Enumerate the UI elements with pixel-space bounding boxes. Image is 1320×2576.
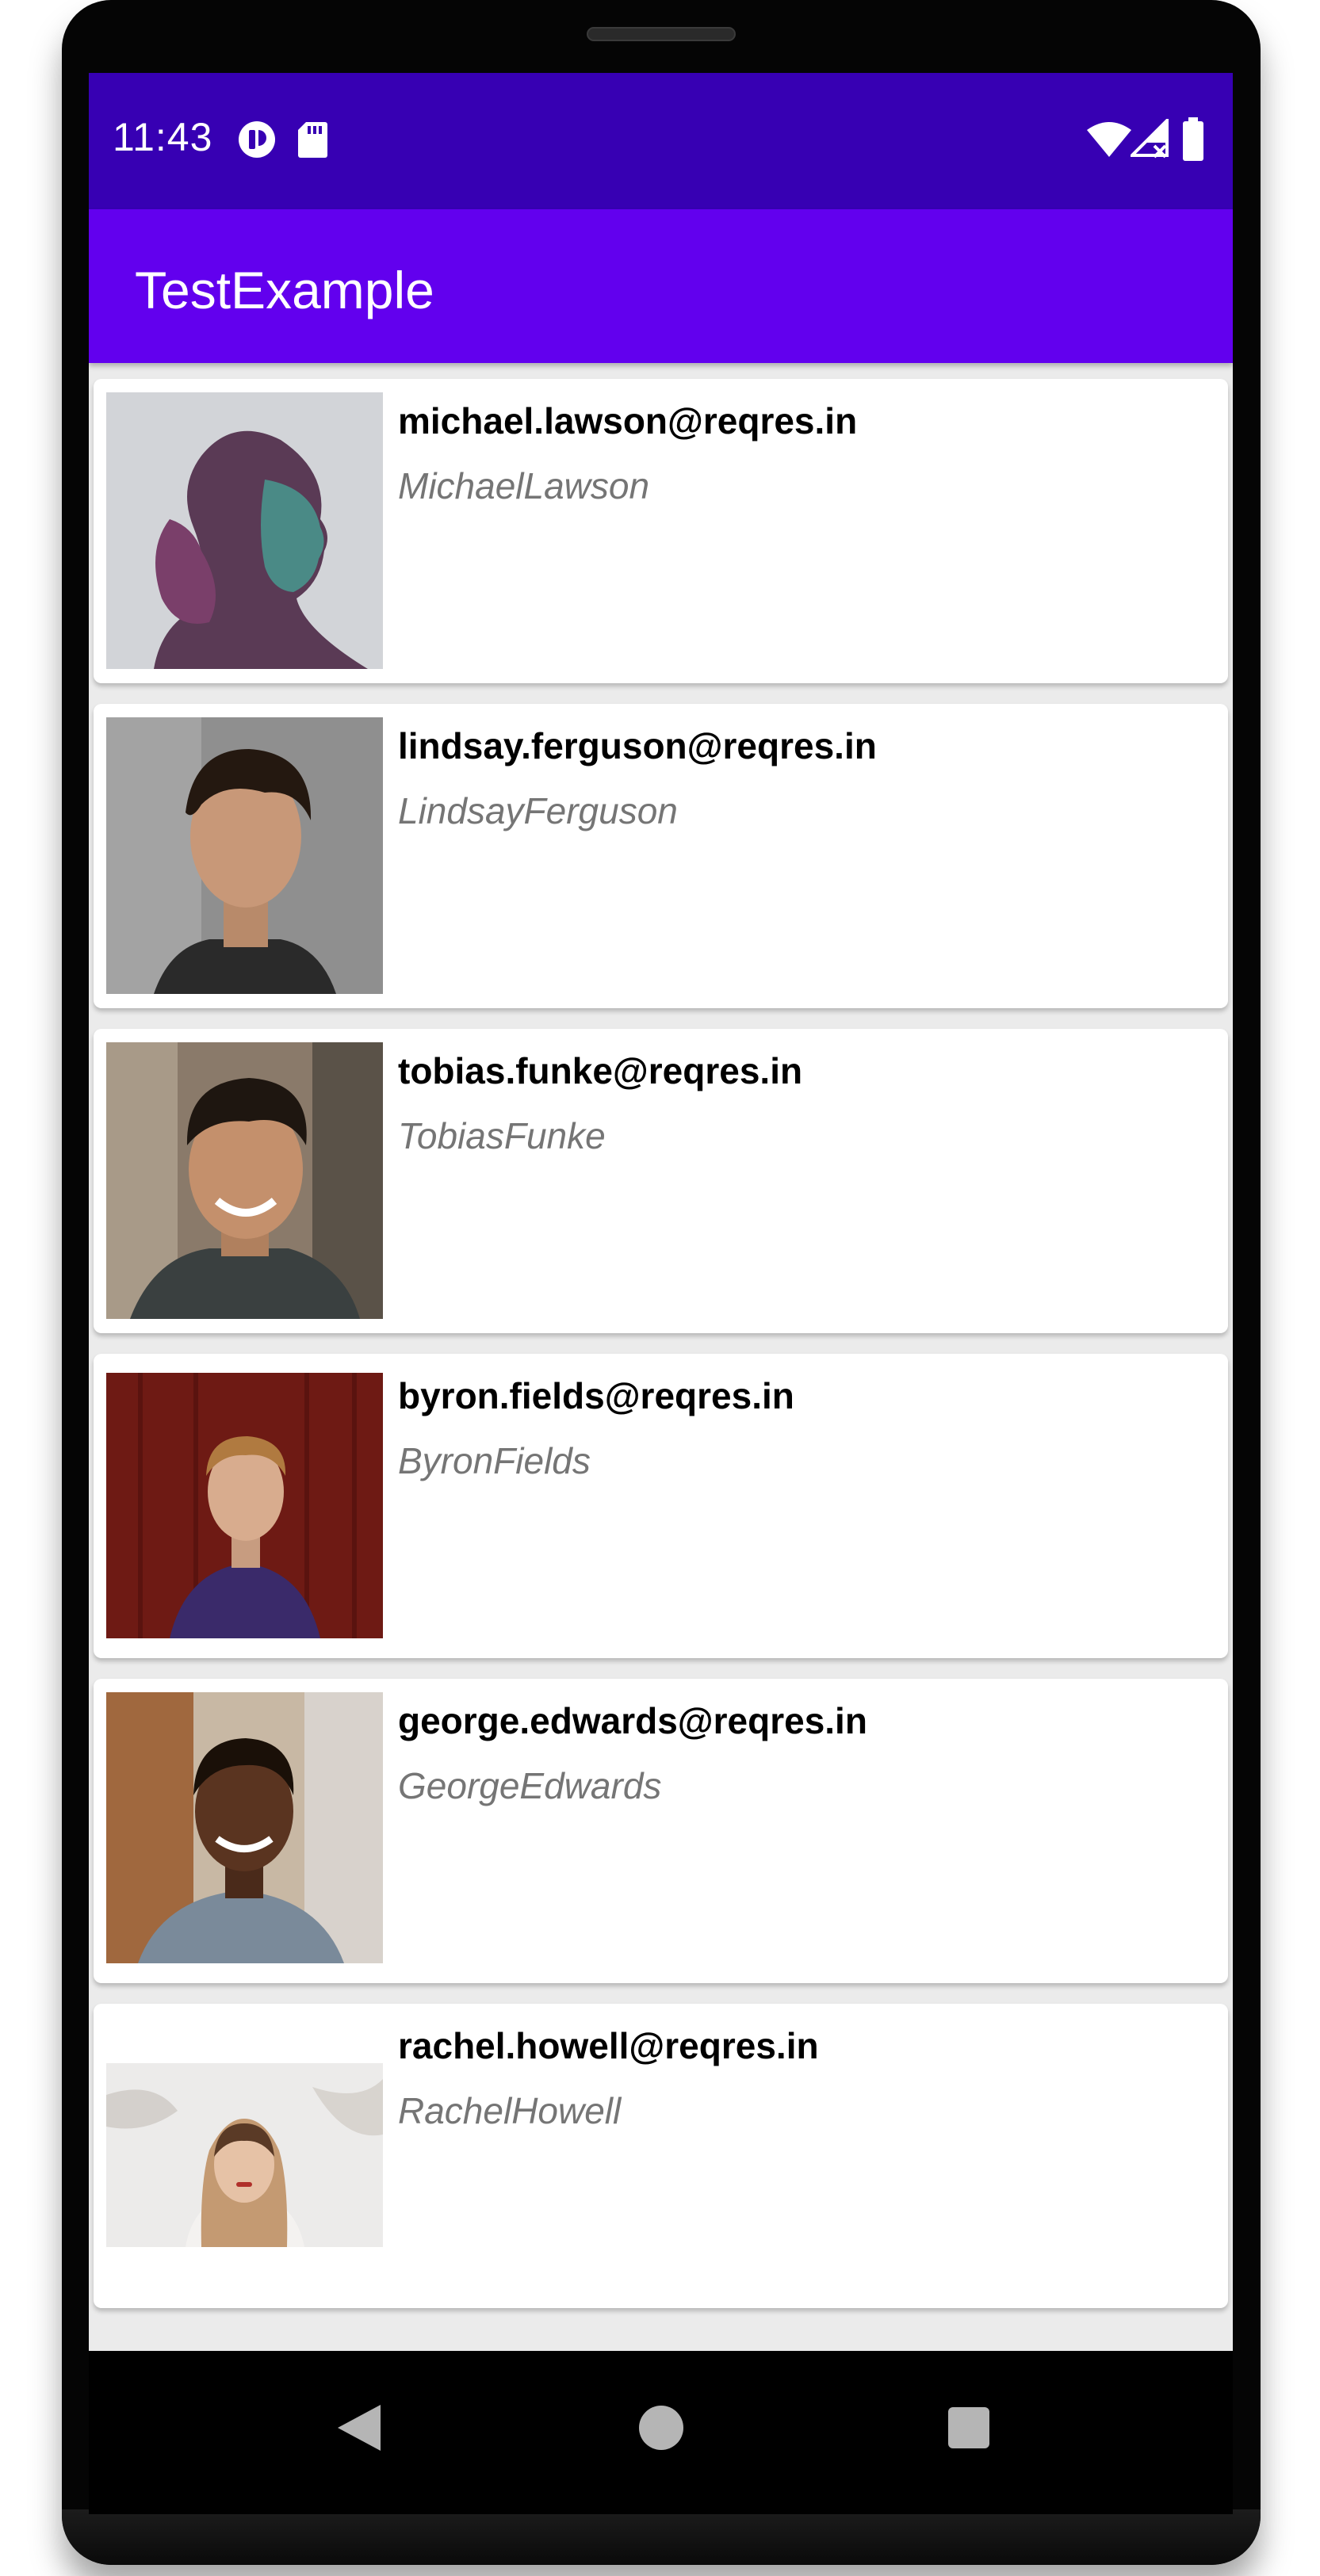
sd-card-icon	[297, 119, 328, 164]
user-card[interactable]: george.edwards@reqres.in GeorgeEdwards	[94, 1679, 1228, 1983]
user-avatar	[106, 2063, 383, 2247]
user-avatar	[106, 1373, 383, 1638]
user-card[interactable]: tobias.funke@reqres.in TobiasFunke	[94, 1029, 1228, 1333]
phone-frame: 11:43 TestExample michael.lawson@reqres.…	[62, 0, 1261, 2565]
home-icon[interactable]	[637, 2402, 685, 2458]
app-title: TestExample	[135, 261, 434, 319]
user-card[interactable]: rachel.howell@reqres.in RachelHowell	[94, 2004, 1228, 2308]
user-avatar	[106, 392, 383, 669]
user-name: MichaelLawson	[398, 465, 650, 506]
status-bar: 11:43	[89, 73, 1233, 209]
device-screen: 11:43 TestExample michael.lawson@reqres.…	[89, 73, 1233, 2351]
user-card[interactable]: lindsay.ferguson@reqres.in LindsayFergus…	[94, 704, 1228, 1008]
user-card[interactable]: michael.lawson@reqres.in MichaelLawson	[94, 379, 1228, 683]
earpiece-speaker	[587, 27, 736, 41]
recents-icon[interactable]	[945, 2402, 993, 2458]
user-avatar	[106, 1042, 383, 1319]
user-email: lindsay.ferguson@reqres.in	[398, 725, 877, 766]
user-name: LindsayFerguson	[398, 790, 678, 831]
user-email: byron.fields@reqres.in	[398, 1375, 794, 1416]
user-avatar	[106, 717, 383, 994]
app-bar: TestExample	[89, 209, 1233, 363]
user-card[interactable]: byron.fields@reqres.in ByronFields	[94, 1354, 1228, 1658]
navigation-bar	[89, 2351, 1233, 2514]
wifi-icon	[1086, 120, 1132, 162]
status-time: 11:43	[113, 115, 213, 159]
back-icon[interactable]	[335, 2402, 382, 2458]
phone-chin	[62, 2509, 1261, 2565]
user-email: michael.lawson@reqres.in	[398, 400, 858, 441]
battery-icon	[1181, 117, 1205, 166]
user-email: george.edwards@reqres.in	[398, 1700, 867, 1741]
user-email: rachel.howell@reqres.in	[398, 2025, 819, 2066]
user-email: tobias.funke@reqres.in	[398, 1050, 803, 1091]
app-notification-icon	[236, 119, 277, 164]
user-name: TobiasFunke	[398, 1115, 606, 1156]
user-name: GeorgeEdwards	[398, 1765, 662, 1806]
user-name: ByronFields	[398, 1440, 591, 1481]
user-name: RachelHowell	[398, 2090, 622, 2131]
user-avatar	[106, 1692, 383, 1963]
signal-icon	[1128, 117, 1170, 162]
